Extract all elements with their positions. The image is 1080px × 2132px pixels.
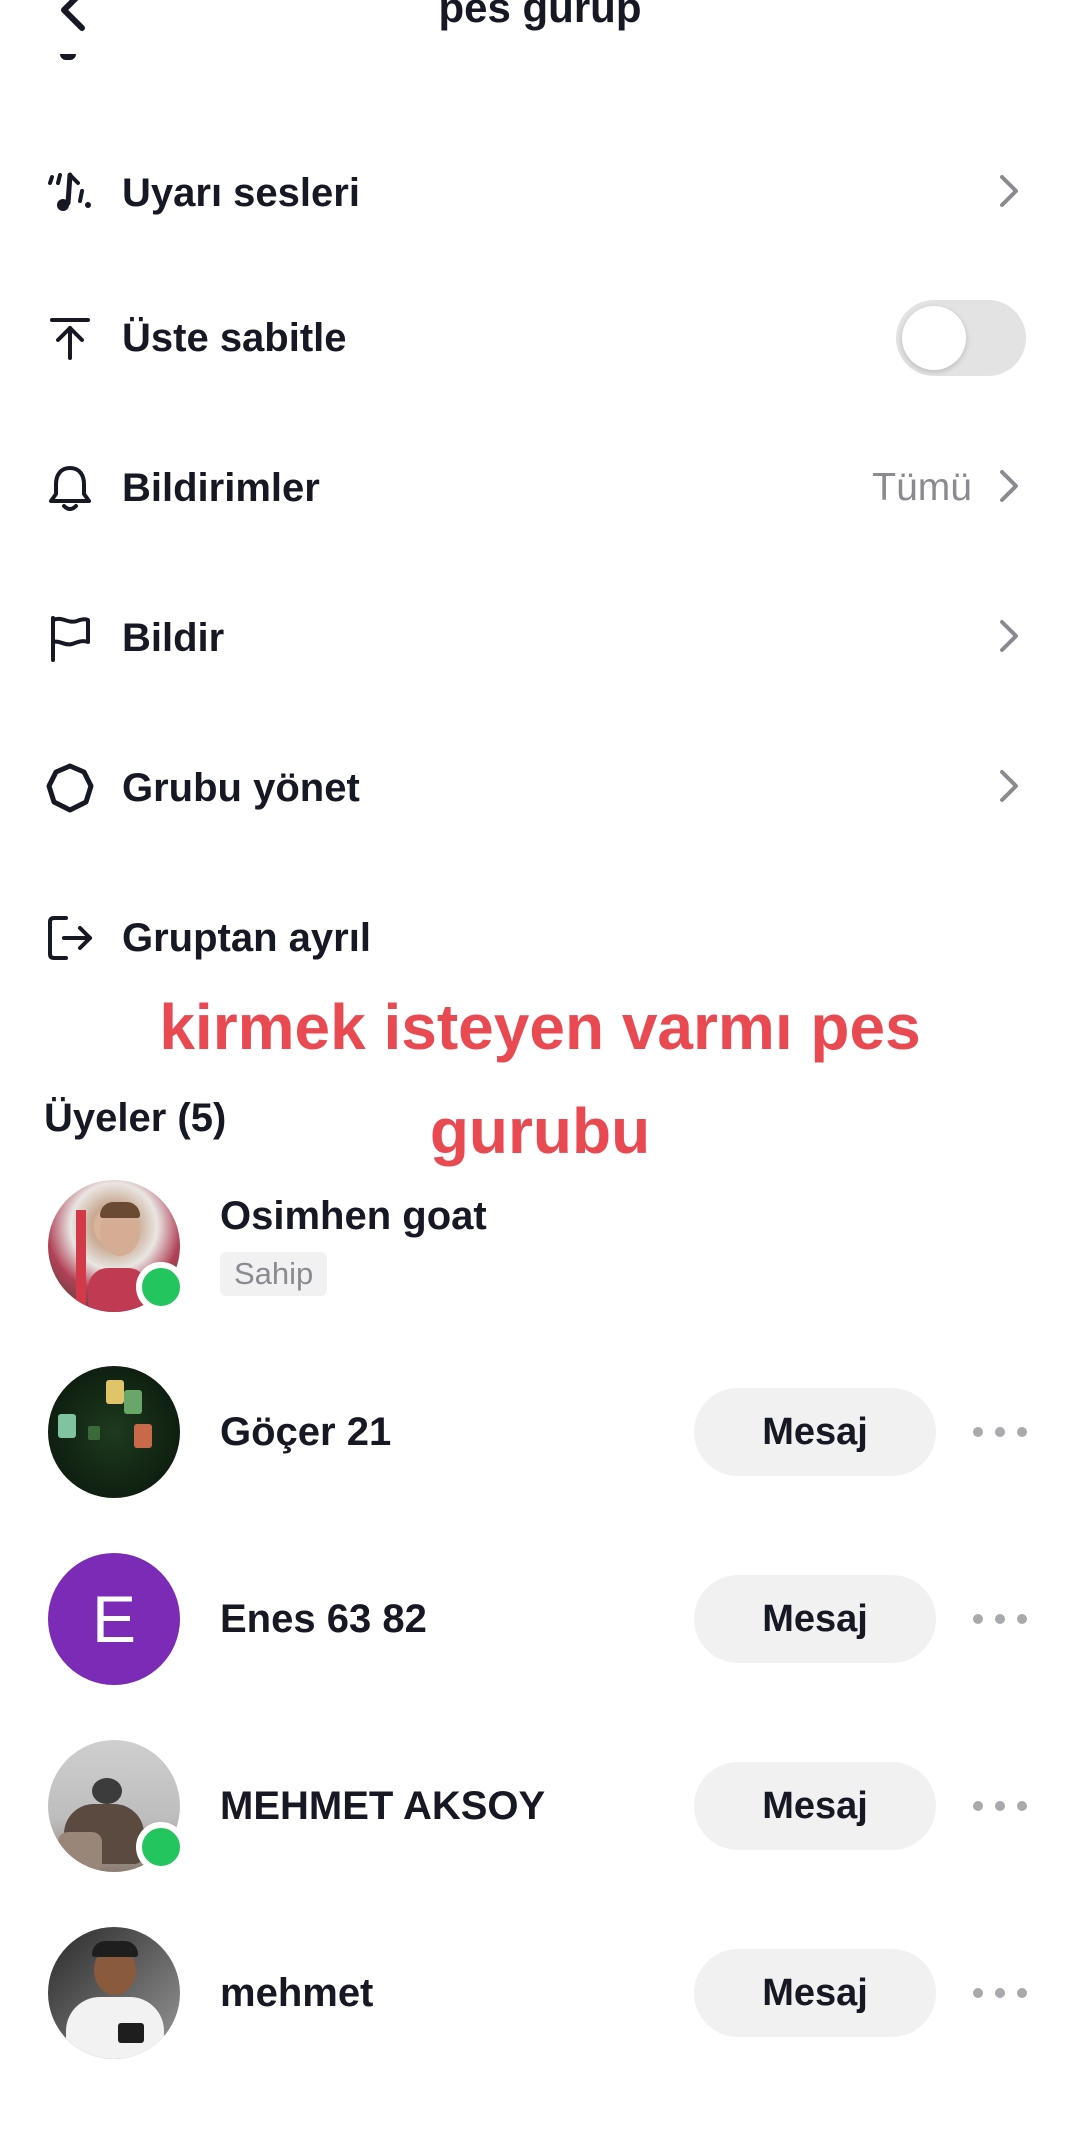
notifications-value: Tümü [872, 466, 972, 509]
group-settings-page: pes gurup Uyarı sesleri Üste sabitle Bil… [0, 0, 1080, 2132]
overlay-caption: kirmek isteyen varmı pes gurubu [0, 975, 1080, 1183]
toggle-knob [902, 306, 966, 370]
member-name: mehmet [220, 1971, 374, 2015]
more-options-icon[interactable] [970, 1973, 1030, 2013]
setting-label: Uyarı sesleri [122, 171, 360, 215]
gear-icon [46, 763, 94, 813]
setting-label: Bildir [122, 616, 225, 660]
avatar: E [48, 1553, 180, 1685]
more-options-icon[interactable] [970, 1599, 1030, 1639]
message-button[interactable]: Mesaj [694, 1388, 936, 1476]
avatar [48, 1180, 186, 1312]
setting-label: Bildirimler [122, 466, 320, 510]
member-name: Enes 63 82 [220, 1597, 427, 1641]
page-title: pes gurup [438, 0, 642, 31]
member-row[interactable]: Göçer 21 Mesaj [0, 1366, 1080, 1506]
members-section-title: Üyeler (5) [44, 1096, 227, 1140]
bell-icon [49, 466, 91, 511]
message-button[interactable]: Mesaj [694, 1762, 936, 1850]
member-name: Göçer 21 [220, 1410, 392, 1454]
role-badge: Sahip [220, 1252, 328, 1296]
setting-pin-top: Üste sabitle [0, 282, 1080, 392]
pin-to-top-icon [50, 318, 90, 360]
header-edge-indicator [60, 54, 76, 60]
online-indicator [136, 1822, 186, 1872]
setting-report[interactable]: Bildir [0, 582, 1080, 692]
member-row[interactable]: E Enes 63 82 Mesaj [0, 1553, 1080, 1693]
member-name: MEHMET AKSOY [220, 1784, 546, 1828]
more-options-icon[interactable] [970, 1786, 1030, 1826]
online-indicator [136, 1262, 186, 1312]
member-name: Osimhen goat [220, 1194, 487, 1238]
setting-notifications[interactable]: Bildirimler Tümü [0, 432, 1080, 542]
avatar [48, 1740, 186, 1872]
member-row[interactable]: MEHMET AKSOY Mesaj [0, 1740, 1080, 1880]
header: pes gurup [0, 0, 1080, 60]
message-button[interactable]: Mesaj [694, 1949, 936, 2037]
exit-icon [48, 916, 92, 960]
pin-top-toggle[interactable] [896, 300, 1026, 376]
music-note-icon [48, 172, 91, 211]
chevron-right-icon [1000, 620, 1018, 652]
setting-manage-group[interactable]: Grubu yönet [0, 732, 1080, 842]
overlay-caption-line: kirmek isteyen varmı pes [159, 991, 921, 1063]
avatar-letter-background: E [48, 1553, 180, 1685]
setting-label: Üste sabitle [122, 316, 347, 360]
chevron-right-icon [1000, 770, 1018, 802]
member-row[interactable]: Osimhen goat Sahip [0, 1180, 1080, 1320]
setting-label: Grubu yönet [122, 766, 360, 810]
avatar [48, 1927, 180, 2059]
flag-icon [51, 616, 90, 662]
setting-label: Gruptan ayrıl [122, 916, 371, 960]
chevron-right-icon [1000, 175, 1018, 207]
member-row[interactable]: mehmet Mesaj [0, 1927, 1080, 2067]
message-button[interactable]: Mesaj [694, 1575, 936, 1663]
setting-alert-sounds[interactable]: Uyarı sesleri [0, 137, 1080, 247]
avatar-letter: E [91, 1582, 137, 1656]
more-options-icon[interactable] [970, 1412, 1030, 1452]
chevron-right-icon [1000, 470, 1018, 502]
avatar [48, 1366, 180, 1498]
